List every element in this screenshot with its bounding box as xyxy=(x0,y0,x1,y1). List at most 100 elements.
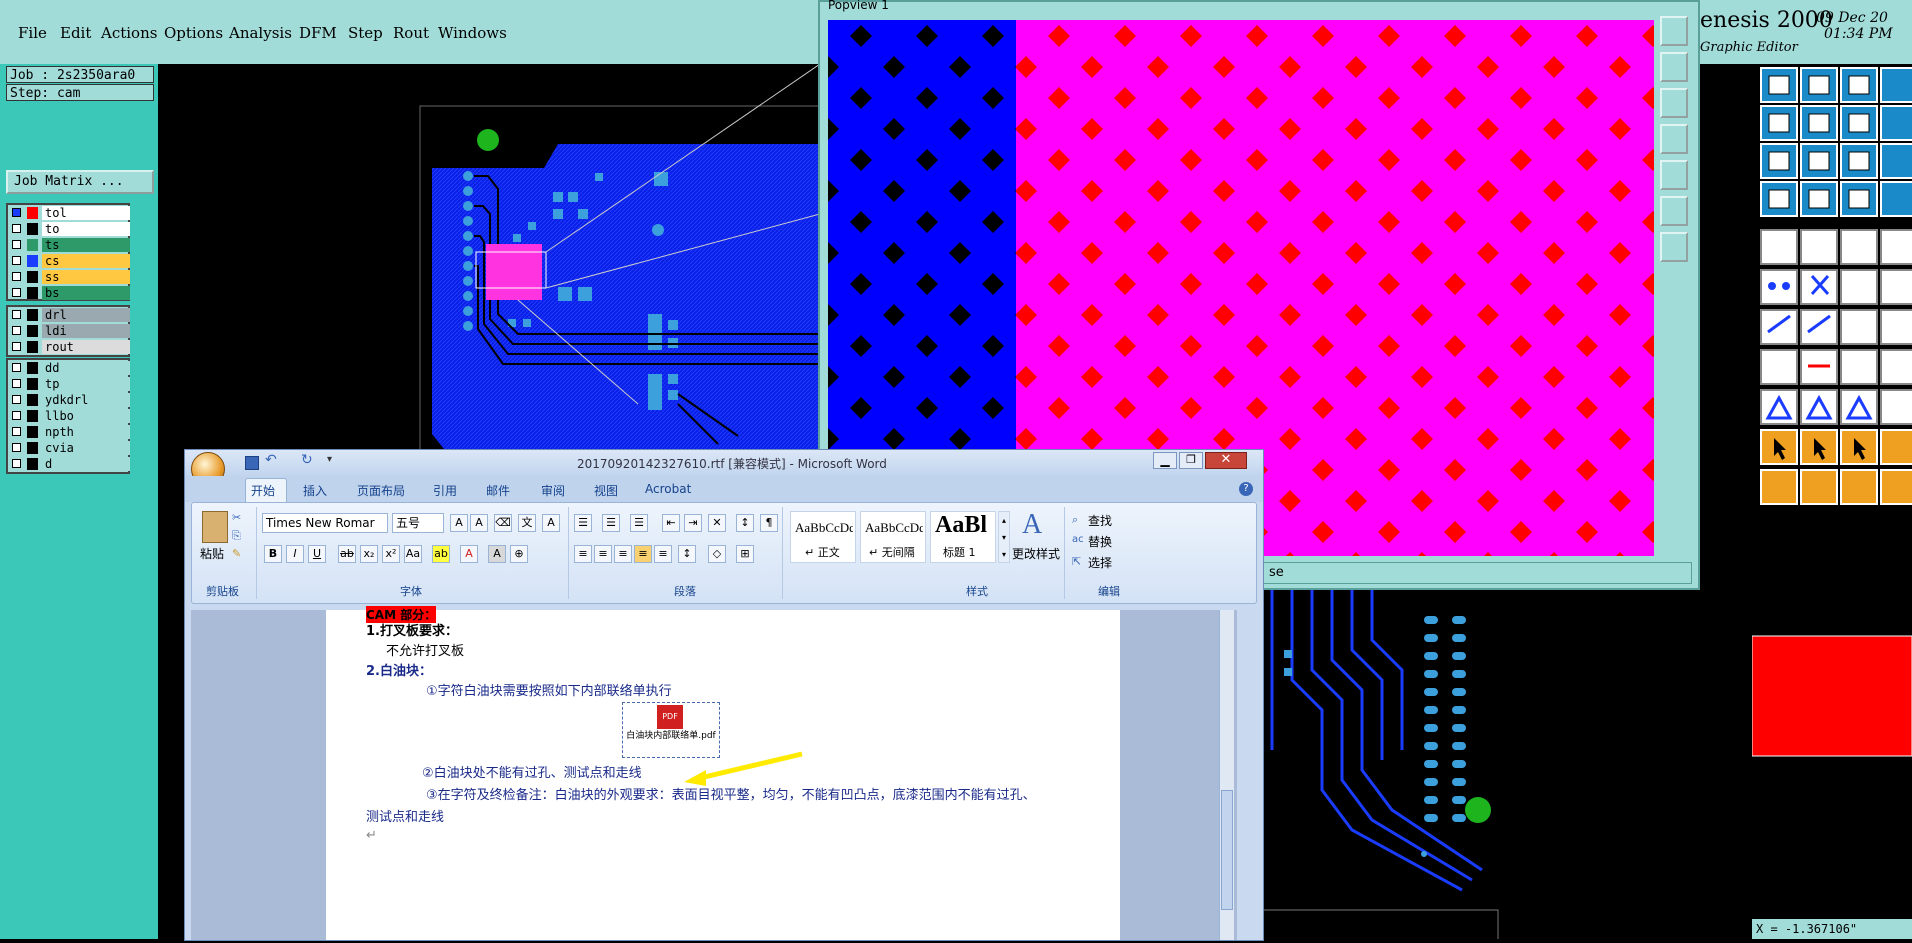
layer-checkbox[interactable] xyxy=(12,427,21,436)
paste-button[interactable]: 粘贴 xyxy=(200,545,224,562)
popview-center-button[interactable] xyxy=(1660,232,1688,262)
tab-references[interactable]: 引用 xyxy=(433,482,457,499)
select-button[interactable]: 选择 xyxy=(1088,554,1112,571)
font-name-combo[interactable]: Times New Romar xyxy=(262,513,388,533)
layer-row-to[interactable]: to xyxy=(8,221,130,237)
layer-row-rout[interactable]: rout xyxy=(8,339,130,355)
line-spacing-icon[interactable]: ↕ xyxy=(678,545,696,563)
layer-row-cs[interactable]: cs xyxy=(8,253,130,269)
decrease-indent-icon[interactable]: ⇤ xyxy=(662,514,680,532)
menu-file[interactable]: File xyxy=(18,24,47,42)
style-heading-1[interactable]: AaBl 标题 1 xyxy=(930,511,996,563)
layer-row-llbo[interactable]: llbo xyxy=(8,408,130,424)
shading-icon[interactable]: ◇ xyxy=(708,545,726,563)
menu-windows[interactable]: Windows xyxy=(438,24,507,42)
change-styles-button[interactable]: 更改样式 xyxy=(1012,545,1060,562)
shrink-font-icon[interactable]: A xyxy=(470,514,488,532)
tab-acrobat[interactable]: Acrobat xyxy=(645,482,691,496)
popview-close-button[interactable] xyxy=(1660,16,1688,46)
job-matrix-button[interactable]: Job Matrix ... xyxy=(6,170,154,194)
replace-button[interactable]: 替换 xyxy=(1088,533,1112,550)
layer-row-tol[interactable]: tol xyxy=(8,205,130,221)
popview-zoom-out-button[interactable] xyxy=(1660,88,1688,118)
layer-checkbox[interactable] xyxy=(12,326,21,335)
layer-checkbox[interactable] xyxy=(12,256,21,265)
bold-icon[interactable]: B xyxy=(264,545,282,563)
tab-insert[interactable]: 插入 xyxy=(303,482,327,499)
grow-font-icon[interactable]: A xyxy=(450,514,468,532)
menu-dfm[interactable]: DFM xyxy=(299,24,337,42)
layer-checkbox[interactable] xyxy=(12,459,21,468)
style-no-spacing[interactable]: AaBbCcDd ↵ 无间隔 xyxy=(860,511,926,563)
char-shading-icon[interactable]: A xyxy=(488,545,506,563)
clear-format-icon[interactable]: ⌫ xyxy=(494,514,512,532)
align-right-icon[interactable]: ≡ xyxy=(614,545,632,563)
layer-row-ts[interactable]: ts xyxy=(8,237,130,253)
layer-row-drl[interactable]: drl xyxy=(8,307,130,323)
change-case-icon[interactable]: Aa xyxy=(404,545,422,563)
chinese-layout-icon[interactable]: ✕ xyxy=(708,514,726,532)
layer-row-ldi[interactable]: ldi xyxy=(8,323,130,339)
menu-step[interactable]: Step xyxy=(348,24,383,42)
layer-checkbox[interactable] xyxy=(12,342,21,351)
enclose-char-icon[interactable]: ⊕ xyxy=(510,545,528,563)
highlight-icon[interactable]: ab xyxy=(432,545,450,563)
select-icon[interactable]: ⇱ xyxy=(1072,555,1081,568)
menu-analysis[interactable]: Analysis xyxy=(229,24,292,42)
layer-row-cvia[interactable]: cvia xyxy=(8,440,130,456)
layer-row-tp[interactable]: tp xyxy=(8,376,130,392)
underline-icon[interactable]: U xyxy=(308,545,326,563)
popview-pan-button[interactable] xyxy=(1660,196,1688,226)
close-button[interactable]: ✕ xyxy=(1205,452,1247,469)
layer-checkbox[interactable] xyxy=(12,240,21,249)
phonetic-guide-icon[interactable]: 文 xyxy=(518,514,536,532)
layer-row-dd[interactable]: dd xyxy=(8,360,130,376)
tab-mailings[interactable]: 邮件 xyxy=(486,482,510,499)
menu-actions[interactable]: Actions xyxy=(101,24,157,42)
distributed-icon[interactable]: ≡ xyxy=(654,545,672,563)
popview-zoom-fit-button[interactable] xyxy=(1660,160,1688,190)
layer-checkbox[interactable] xyxy=(12,363,21,372)
change-styles-icon[interactable]: A xyxy=(1022,509,1042,541)
layer-checkbox[interactable] xyxy=(12,272,21,281)
layer-checkbox[interactable] xyxy=(12,224,21,233)
document-page[interactable]: CAM 部分： 1.打叉板要求： 不允许打叉板 2.白油块： ①字符白油块需要按… xyxy=(326,606,1120,940)
increase-indent-icon[interactable]: ⇥ xyxy=(684,514,702,532)
find-icon[interactable]: ⌕ xyxy=(1072,513,1078,527)
layer-checkbox[interactable] xyxy=(12,411,21,420)
vertical-scrollbar[interactable] xyxy=(1219,610,1234,940)
menu-rout[interactable]: Rout xyxy=(393,24,429,42)
subscript-icon[interactable]: x₂ xyxy=(360,545,378,563)
tab-view[interactable]: 视图 xyxy=(594,482,618,499)
layer-row-npth[interactable]: npth xyxy=(8,424,130,440)
font-color-icon[interactable]: A xyxy=(460,545,478,563)
menu-options[interactable]: Options xyxy=(164,24,223,42)
replace-icon[interactable]: ac xyxy=(1072,534,1084,545)
find-button[interactable]: 查找 xyxy=(1088,512,1112,529)
quick-access-dropdown-icon[interactable]: ▾ xyxy=(327,454,332,465)
sort-icon[interactable]: ↕ xyxy=(736,514,754,532)
multilevel-list-icon[interactable]: ☰ xyxy=(630,514,648,532)
strikethrough-icon[interactable]: ab xyxy=(338,545,356,563)
redo-icon[interactable]: ↻ xyxy=(301,452,313,468)
menu-edit[interactable]: Edit xyxy=(60,24,91,42)
align-center-icon[interactable]: ≡ xyxy=(594,545,612,563)
help-icon[interactable]: ? xyxy=(1239,482,1253,496)
layer-checkbox[interactable] xyxy=(12,443,21,452)
minimize-button[interactable]: ▁ xyxy=(1153,452,1177,469)
superscript-icon[interactable]: x² xyxy=(382,545,400,563)
justify-icon[interactable]: ≡ xyxy=(634,545,652,563)
style-normal[interactable]: AaBbCcDd ↵ 正文 xyxy=(790,511,856,563)
layer-row-d[interactable]: d xyxy=(8,456,130,472)
undo-icon[interactable]: ↶ xyxy=(265,452,277,468)
styles-gallery-scroll[interactable]: ▴ ▾ ▾ xyxy=(998,511,1010,563)
font-size-combo[interactable]: 五号 xyxy=(392,513,444,533)
scrollbar-thumb[interactable] xyxy=(1221,790,1233,910)
cut-icon[interactable]: ✂ xyxy=(232,511,241,524)
bullets-icon[interactable]: ☰ xyxy=(574,514,592,532)
layer-checkbox[interactable] xyxy=(12,208,21,217)
numbering-icon[interactable]: ☰ xyxy=(602,514,620,532)
popview-zoom-in-button[interactable] xyxy=(1660,52,1688,82)
tab-page-layout[interactable]: 页面布局 xyxy=(357,482,405,499)
layer-row-ydkdrl[interactable]: ydkdrl xyxy=(8,392,130,408)
